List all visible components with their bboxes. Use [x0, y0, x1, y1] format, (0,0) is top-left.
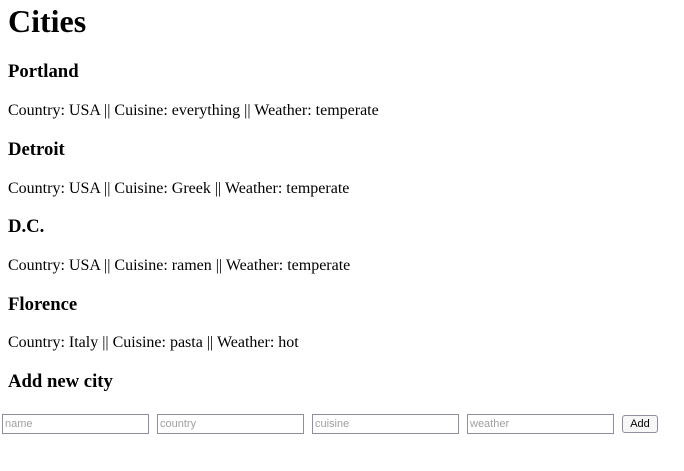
page-title: Cities: [8, 3, 87, 39]
city-details-florence: Country: Italy || Cuisine: pasta || Weat…: [8, 334, 299, 351]
add-city-form: Add: [2, 414, 668, 434]
city-name-detroit: Detroit: [8, 139, 65, 160]
city-details-detroit: Country: USA || Cuisine: Greek || Weathe…: [8, 180, 350, 197]
add-button[interactable]: Add: [622, 415, 658, 433]
weather-input[interactable]: [467, 414, 614, 434]
city-details-portland: Country: USA || Cuisine: everything || W…: [8, 102, 379, 119]
city-details-dc: Country: USA || Cuisine: ramen || Weathe…: [8, 257, 351, 274]
city-name-dc: D.C.: [8, 216, 45, 237]
name-input[interactable]: [2, 414, 149, 434]
city-name-portland: Portland: [8, 61, 79, 82]
city-name-florence: Florence: [8, 294, 78, 315]
add-city-heading: Add new city: [8, 371, 113, 392]
cuisine-input[interactable]: [312, 414, 459, 434]
country-input[interactable]: [157, 414, 304, 434]
